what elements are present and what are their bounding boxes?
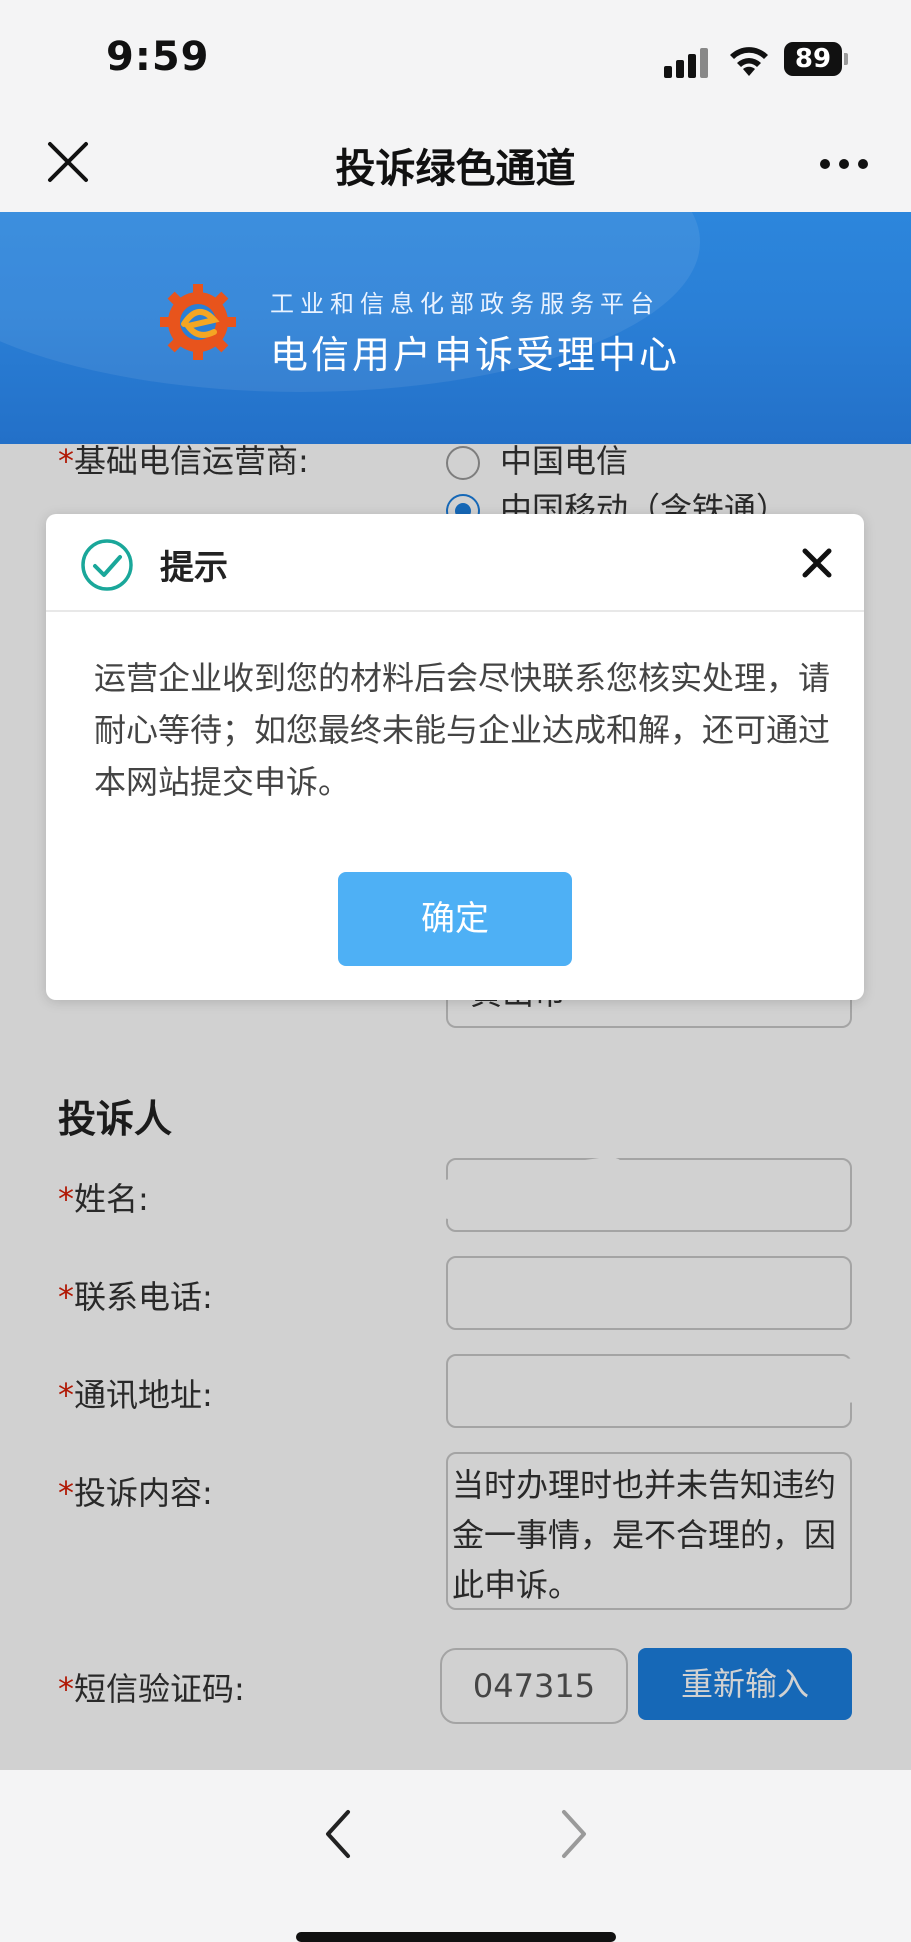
dialog-close-icon[interactable] bbox=[800, 546, 834, 580]
wifi-icon bbox=[730, 47, 768, 76]
dialog-header: 提示 bbox=[46, 514, 864, 612]
battery-tip bbox=[844, 53, 848, 65]
cellular-signal-icon bbox=[664, 44, 712, 78]
forward-arrow-icon[interactable] bbox=[554, 1806, 594, 1862]
home-indicator bbox=[296, 1932, 616, 1942]
back-arrow-icon[interactable] bbox=[318, 1806, 358, 1862]
confirm-button[interactable]: 确定 bbox=[338, 872, 572, 966]
tip-dialog: 提示 运营企业收到您的材料后会尽快联系您核实处理，请耐心等待；如您最终未能与企业… bbox=[46, 514, 864, 1000]
check-circle-icon bbox=[81, 539, 133, 591]
header-banner: 工业和信息化部政务服务平台 电信用户申诉受理中心 bbox=[0, 212, 911, 444]
dialog-title: 提示 bbox=[160, 548, 228, 588]
battery-icon: 89 bbox=[784, 42, 842, 76]
browser-toolbar bbox=[0, 1770, 911, 1942]
nav-bar: 投诉绿色通道 bbox=[0, 120, 911, 212]
status-bar: 9:59 89 bbox=[0, 0, 911, 120]
banner-subtitle: 工业和信息化部政务服务平台 bbox=[270, 290, 660, 318]
status-time: 9:59 bbox=[106, 34, 210, 80]
more-icon[interactable] bbox=[819, 144, 869, 184]
dialog-message: 运营企业收到您的材料后会尽快联系您核实处理，请耐心等待；如您最终未能与企业达成和… bbox=[94, 659, 831, 801]
gear-logo-icon bbox=[160, 284, 236, 360]
banner-title: 电信用户申诉受理中心 bbox=[270, 333, 681, 377]
page-title: 投诉绿色通道 bbox=[335, 146, 576, 192]
